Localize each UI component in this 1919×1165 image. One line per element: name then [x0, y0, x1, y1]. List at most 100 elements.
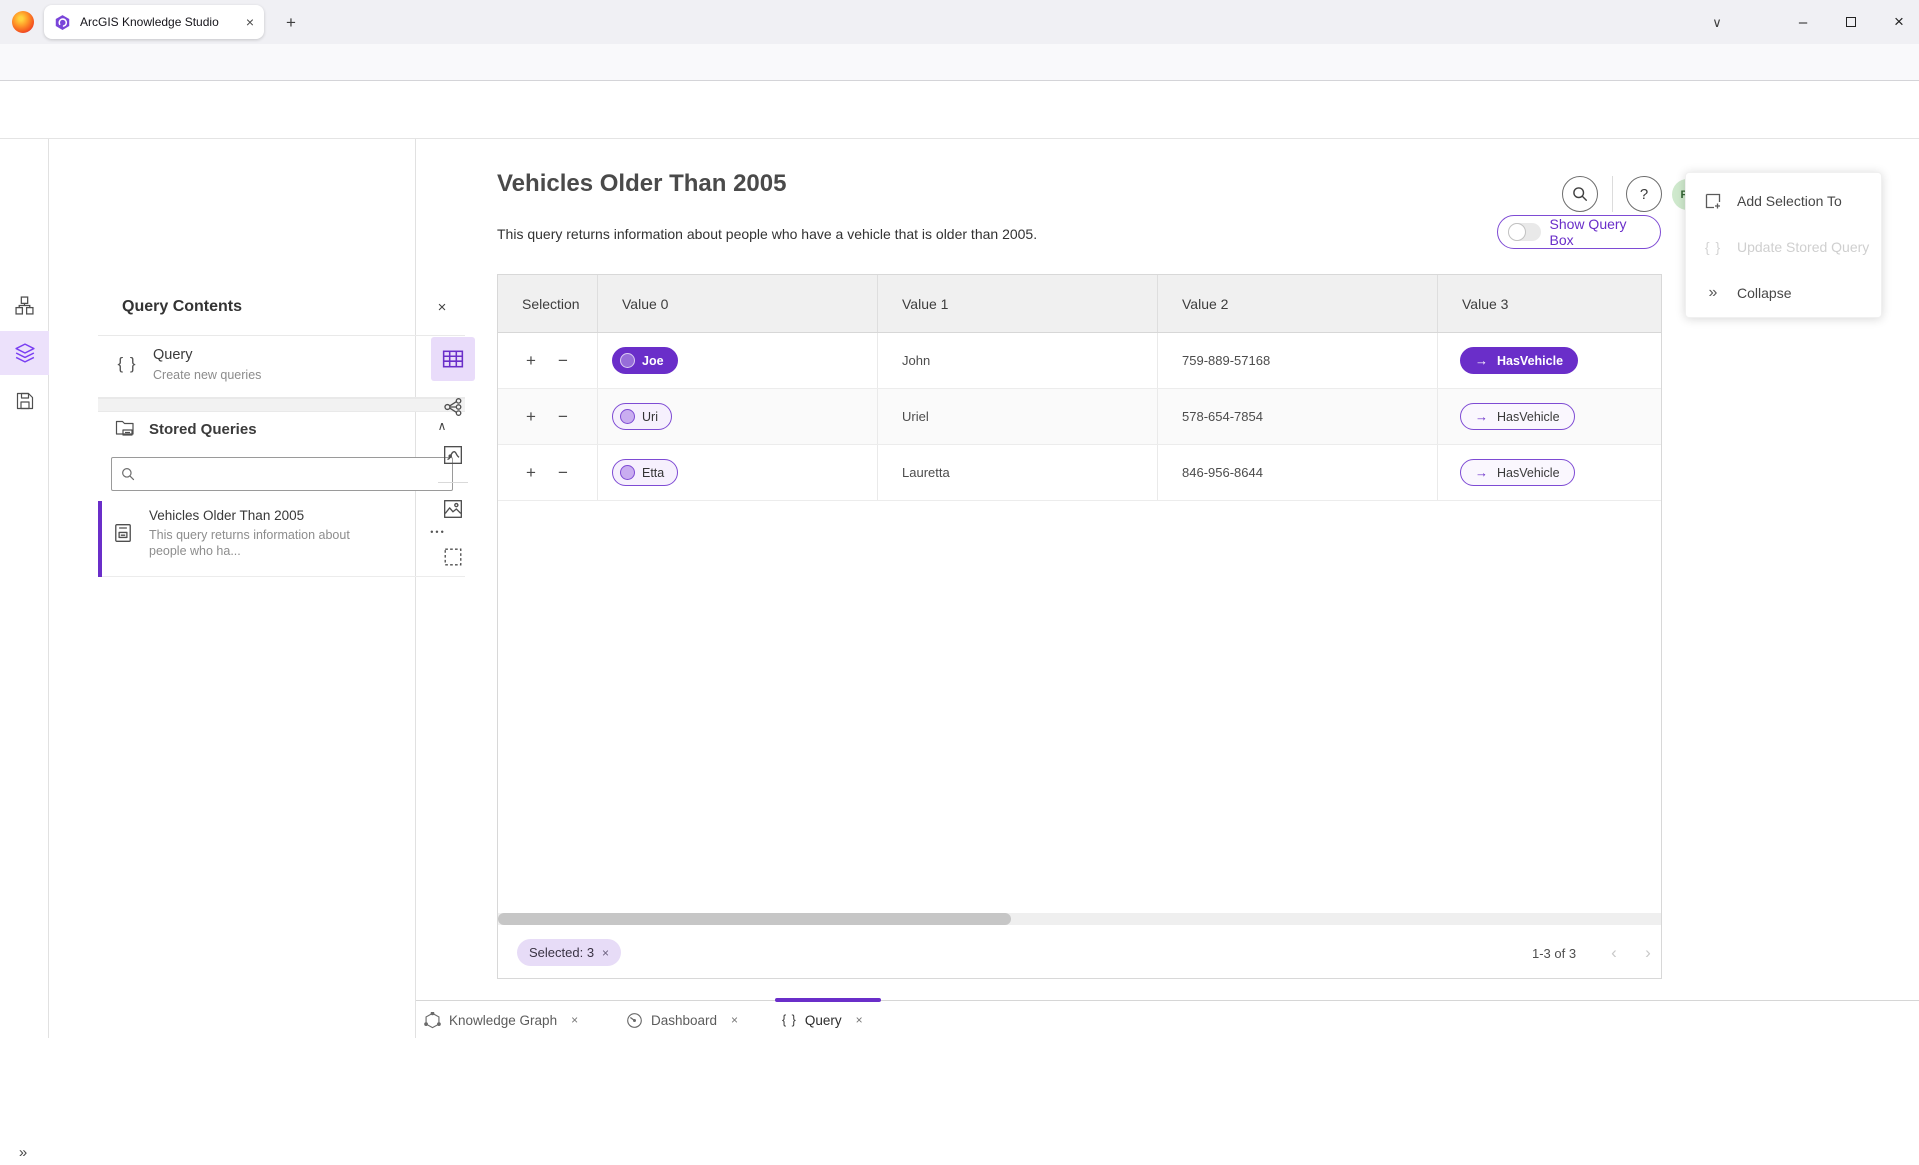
- tab-close-icon[interactable]: ×: [731, 1013, 738, 1027]
- braces-icon: { }: [782, 1013, 797, 1027]
- panel-close-icon[interactable]: ×: [429, 294, 455, 320]
- arrow-right-icon: →: [1475, 465, 1488, 480]
- column-header: Value 0: [598, 275, 878, 332]
- dashboard-icon: [626, 1012, 643, 1029]
- toggle-label: Show Query Box: [1550, 216, 1650, 248]
- tab-close-icon[interactable]: ×: [856, 1013, 863, 1027]
- search-input[interactable]: [143, 467, 443, 482]
- page-title: Vehicles Older Than 2005: [497, 170, 786, 198]
- entity-cell: Uri: [598, 389, 878, 444]
- relation-chip[interactable]: → HasVehicle: [1460, 403, 1575, 430]
- entity-dot-icon: [620, 465, 635, 480]
- app-header: Certification Project ? PL publisher2 la…: [0, 81, 1919, 139]
- entity-cell: Etta: [598, 445, 878, 500]
- contents-layers-icon[interactable]: [0, 331, 49, 375]
- entity-pill[interactable]: Etta: [612, 459, 678, 486]
- list-tabs-icon[interactable]: ∨: [1704, 10, 1730, 36]
- entity-dot-icon: [620, 353, 635, 368]
- data-model-icon[interactable]: [0, 283, 49, 327]
- table-row: + − Joe John 759-889-57168 → HasVehicle: [498, 333, 1661, 389]
- map-view-icon[interactable]: [431, 487, 475, 531]
- column-header: Selection: [498, 275, 598, 332]
- screen: ArcGIS Knowledge Studio × + ∨ – × ← → ht…: [0, 0, 1919, 1038]
- add-selection-icon[interactable]: +: [526, 351, 536, 371]
- menu-item-collapse[interactable]: » Collapse: [1686, 269, 1883, 317]
- selected-count-label: Selected: 3: [529, 945, 594, 960]
- arrow-right-icon: →: [1475, 353, 1488, 368]
- toggle-track[interactable]: [1508, 223, 1541, 241]
- query-item-title: Query: [153, 347, 193, 363]
- window-maximize-button[interactable]: [1836, 9, 1866, 35]
- save-icon[interactable]: [0, 379, 49, 423]
- scrollbar-thumb[interactable]: [498, 913, 1011, 925]
- table-view-icon[interactable]: [431, 337, 475, 381]
- collapse-icon: »: [1703, 284, 1723, 302]
- tab-label: Dashboard: [651, 1013, 717, 1028]
- value-cell: 846-956-8644: [1158, 445, 1438, 500]
- remove-selection-icon[interactable]: −: [558, 351, 568, 371]
- query-item-subtitle: Create new queries: [153, 368, 261, 382]
- remove-selection-icon[interactable]: −: [558, 463, 568, 483]
- active-tab-indicator: [775, 998, 881, 1002]
- new-tab-button[interactable]: +: [278, 10, 304, 36]
- results-table: Selection Value 0 Value 1 Value 2 Value …: [497, 274, 1662, 979]
- entity-pill[interactable]: Uri: [612, 403, 672, 430]
- tab-knowledge-graph[interactable]: Knowledge Graph ×: [424, 1008, 578, 1032]
- clear-selection-icon[interactable]: ×: [602, 946, 609, 960]
- stored-queries-folder-icon: [115, 418, 137, 438]
- selection-cell: + −: [498, 333, 598, 388]
- entity-cell: Joe: [598, 333, 878, 388]
- context-menu: Add Selection To { } Update Stored Query…: [1685, 172, 1882, 318]
- query-item[interactable]: [98, 336, 465, 398]
- stored-query-title: Vehicles Older Than 2005: [149, 508, 304, 523]
- value-cell: 759-889-57168: [1158, 333, 1438, 388]
- relation-chip[interactable]: → HasVehicle: [1460, 459, 1575, 486]
- add-selection-to-icon: [1703, 192, 1723, 210]
- menu-item-update-stored-query: { } Update Stored Query: [1686, 223, 1883, 271]
- column-header: Value 2: [1158, 275, 1438, 332]
- selected-count-chip[interactable]: Selected: 3 ×: [517, 939, 621, 966]
- tab-close-icon[interactable]: ×: [246, 14, 254, 30]
- left-rail: »: [0, 139, 49, 1038]
- stored-query-doc-icon: [113, 523, 133, 543]
- menu-item-label: Add Selection To: [1737, 193, 1842, 209]
- tab-label: Knowledge Graph: [449, 1013, 557, 1028]
- search-button[interactable]: [1562, 176, 1598, 212]
- relation-cell: → HasVehicle: [1438, 333, 1661, 388]
- help-button[interactable]: ?: [1626, 176, 1662, 212]
- chart-view-icon[interactable]: [431, 433, 475, 477]
- stored-queries-title: Stored Queries: [149, 421, 257, 438]
- firefox-icon[interactable]: [12, 11, 34, 33]
- selected-indicator-bar: [98, 501, 102, 577]
- page-next-icon[interactable]: ›: [1635, 940, 1661, 966]
- expand-panel-icon[interactable]: »: [8, 1139, 38, 1165]
- table-header-row: Selection Value 0 Value 1 Value 2 Value …: [498, 275, 1661, 333]
- tab-title: ArcGIS Knowledge Studio: [80, 15, 237, 29]
- tab-close-icon[interactable]: ×: [571, 1013, 578, 1027]
- tab-query[interactable]: { } Query ×: [782, 1008, 863, 1032]
- entity-pill[interactable]: Joe: [612, 347, 678, 374]
- entity-dot-icon: [620, 409, 635, 424]
- menu-item-label: Update Stored Query: [1737, 239, 1869, 255]
- tab-label: Query: [805, 1013, 842, 1028]
- browser-tab[interactable]: ArcGIS Knowledge Studio ×: [44, 5, 264, 39]
- page-description: This query returns information about peo…: [497, 226, 1037, 242]
- add-selection-icon[interactable]: +: [526, 407, 536, 427]
- stored-query-subtitle: This query returns information about peo…: [149, 527, 387, 559]
- relation-chip[interactable]: → HasVehicle: [1460, 347, 1578, 374]
- browser-nav-bar: ← → https://dev0028833.esri.com/portal/a…: [0, 44, 1919, 81]
- selection-view-icon[interactable]: [431, 535, 475, 579]
- toggle-knob: [1508, 223, 1526, 241]
- window-close-button[interactable]: ×: [1884, 9, 1914, 35]
- remove-selection-icon[interactable]: −: [558, 407, 568, 427]
- tab-dashboard[interactable]: Dashboard ×: [626, 1008, 738, 1032]
- stored-queries-search[interactable]: [111, 457, 453, 491]
- selection-cell: + −: [498, 445, 598, 500]
- menu-item-add-selection-to[interactable]: Add Selection To: [1686, 177, 1883, 225]
- add-selection-icon[interactable]: +: [526, 463, 536, 483]
- page-previous-icon[interactable]: ‹: [1601, 940, 1627, 966]
- link-chart-view-icon[interactable]: [431, 385, 475, 429]
- search-icon: [121, 467, 135, 481]
- window-minimize-button[interactable]: –: [1788, 9, 1818, 35]
- show-query-box-toggle[interactable]: Show Query Box: [1497, 215, 1661, 249]
